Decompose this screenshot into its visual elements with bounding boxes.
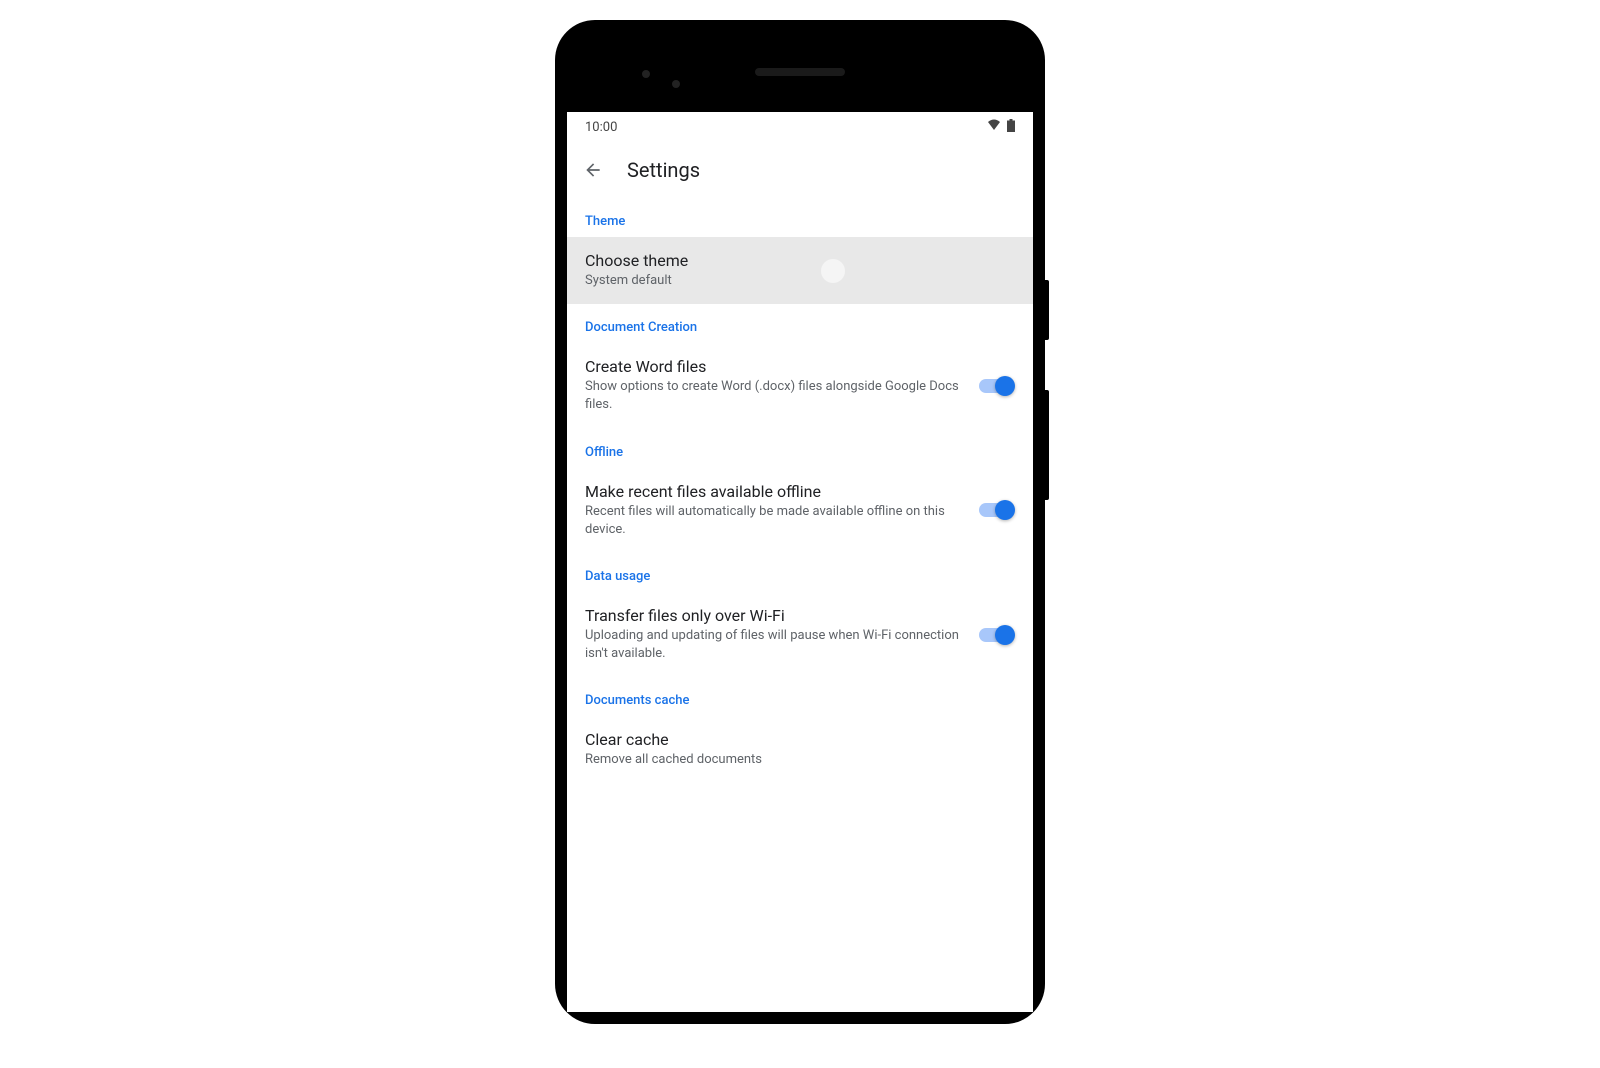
phone-frame: 10:00 Settings Theme Choose theme System… xyxy=(555,20,1045,1024)
wifi-only-item[interactable]: Transfer files only over Wi-Fi Uploading… xyxy=(567,592,1033,677)
toggle-thumb xyxy=(995,500,1015,520)
toggle-thumb xyxy=(995,625,1015,645)
arrow-back-icon xyxy=(583,160,603,180)
status-icons xyxy=(987,119,1015,136)
section-header-document-creation: Document Creation xyxy=(567,304,1033,343)
clear-cache-item[interactable]: Clear cache Remove all cached documents xyxy=(567,716,1033,783)
setting-subtitle: Uploading and updating of files will pau… xyxy=(585,627,959,663)
setting-text: Make recent files available offline Rece… xyxy=(585,482,959,539)
section-header-theme: Theme xyxy=(567,198,1033,237)
phone-screen: 10:00 Settings Theme Choose theme System… xyxy=(567,112,1033,1012)
setting-subtitle: Recent files will automatically be made … xyxy=(585,503,959,539)
battery-icon xyxy=(1007,119,1015,136)
section-header-offline: Offline xyxy=(567,429,1033,468)
toggle-thumb xyxy=(995,376,1015,396)
status-bar: 10:00 xyxy=(567,112,1033,142)
setting-text: Choose theme System default xyxy=(585,251,1015,290)
setting-title: Choose theme xyxy=(585,251,1015,270)
camera-dot xyxy=(642,70,650,78)
setting-subtitle: Remove all cached documents xyxy=(585,751,1015,769)
phone-speaker xyxy=(755,68,845,76)
phone-bezel-top xyxy=(567,32,1033,112)
setting-subtitle: System default xyxy=(585,272,1015,290)
wifi-icon xyxy=(987,119,1001,135)
setting-subtitle: Show options to create Word (.docx) file… xyxy=(585,378,959,414)
setting-title: Transfer files only over Wi-Fi xyxy=(585,606,959,625)
setting-text: Create Word files Show options to create… xyxy=(585,357,959,414)
app-bar: Settings xyxy=(567,142,1033,198)
status-time: 10:00 xyxy=(585,120,617,135)
offline-files-toggle[interactable] xyxy=(979,500,1015,520)
setting-title: Create Word files xyxy=(585,357,959,376)
offline-files-item[interactable]: Make recent files available offline Rece… xyxy=(567,468,1033,553)
phone-side-button xyxy=(1045,390,1049,500)
create-word-files-item[interactable]: Create Word files Show options to create… xyxy=(567,343,1033,428)
camera-dot xyxy=(672,80,680,88)
back-button[interactable] xyxy=(581,158,605,182)
setting-title: Clear cache xyxy=(585,730,1015,749)
create-word-files-toggle[interactable] xyxy=(979,376,1015,396)
phone-side-button xyxy=(1045,280,1049,340)
setting-title: Make recent files available offline xyxy=(585,482,959,501)
section-header-documents-cache: Documents cache xyxy=(567,677,1033,716)
touch-ripple xyxy=(821,259,845,283)
setting-text: Transfer files only over Wi-Fi Uploading… xyxy=(585,606,959,663)
page-title: Settings xyxy=(627,158,700,182)
wifi-only-toggle[interactable] xyxy=(979,625,1015,645)
section-header-data-usage: Data usage xyxy=(567,553,1033,592)
choose-theme-item[interactable]: Choose theme System default xyxy=(567,237,1033,304)
setting-text: Clear cache Remove all cached documents xyxy=(585,730,1015,769)
